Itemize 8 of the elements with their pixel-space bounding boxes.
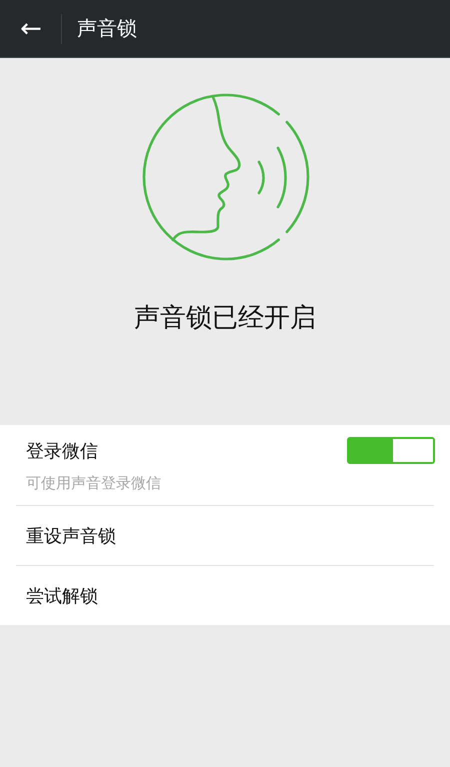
back-button[interactable]: ← [18,16,44,42]
page-title: 声音锁 [77,15,137,42]
setting-label: 登录微信 [26,440,98,462]
setting-description: 可使用声音登录微信 [26,474,162,493]
toggle-switch[interactable] [347,437,435,464]
status-text: 声音锁已经开启 [134,302,316,335]
settings-item[interactable]: 尝试解锁 [16,566,434,625]
settings-item[interactable]: 重设声音锁 [16,506,434,565]
